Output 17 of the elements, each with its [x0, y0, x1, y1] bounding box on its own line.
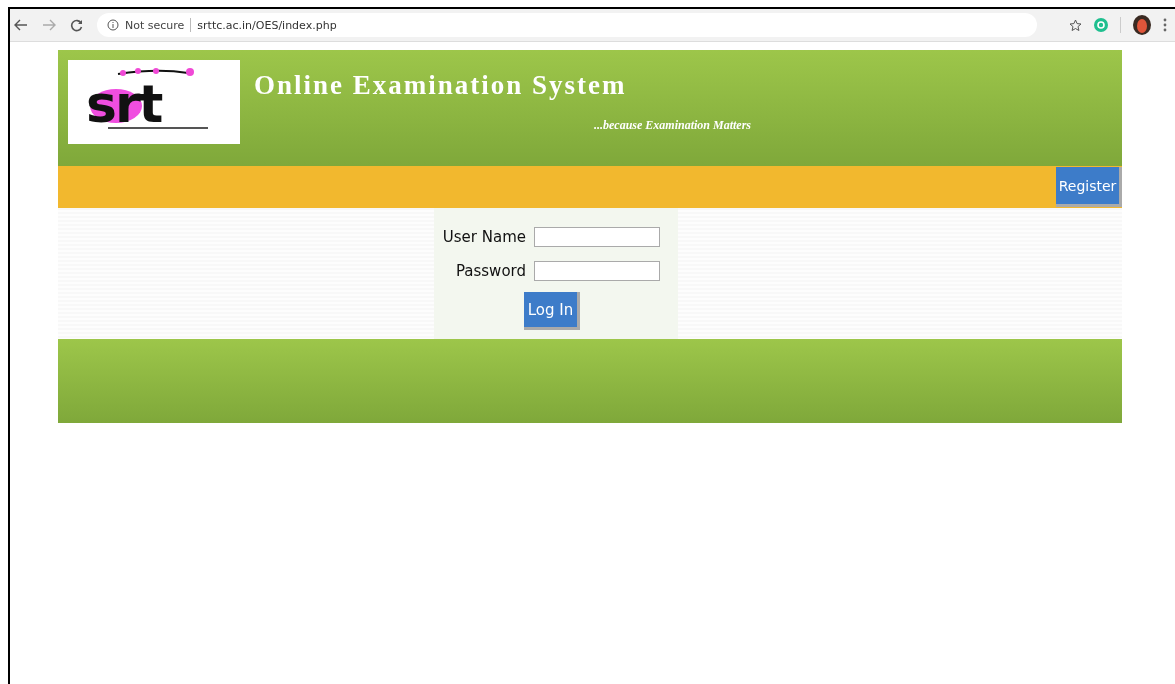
menu-icon[interactable] [1163, 18, 1167, 32]
profile-avatar-icon[interactable] [1133, 15, 1151, 35]
info-icon [107, 19, 119, 31]
security-label: Not secure [125, 18, 185, 32]
login-button[interactable]: Log In [524, 292, 580, 330]
site-title: Online Examination System [254, 70, 628, 101]
back-arrow-icon[interactable] [14, 19, 28, 31]
url-text: srttc.ac.in/OES/index.php [197, 18, 337, 32]
site-tagline: ...because Examination Matters [594, 118, 751, 133]
field-label: Password [454, 262, 526, 280]
register-button[interactable]: Register [1056, 167, 1122, 207]
address-bar[interactable]: Not secure srttc.ac.in/OES/index.php [97, 13, 1037, 37]
input-field[interactable] [534, 227, 660, 247]
input-field[interactable] [534, 261, 660, 281]
field-label: User Name [442, 228, 526, 246]
star-icon[interactable] [1069, 18, 1082, 32]
reload-icon[interactable] [70, 18, 83, 32]
